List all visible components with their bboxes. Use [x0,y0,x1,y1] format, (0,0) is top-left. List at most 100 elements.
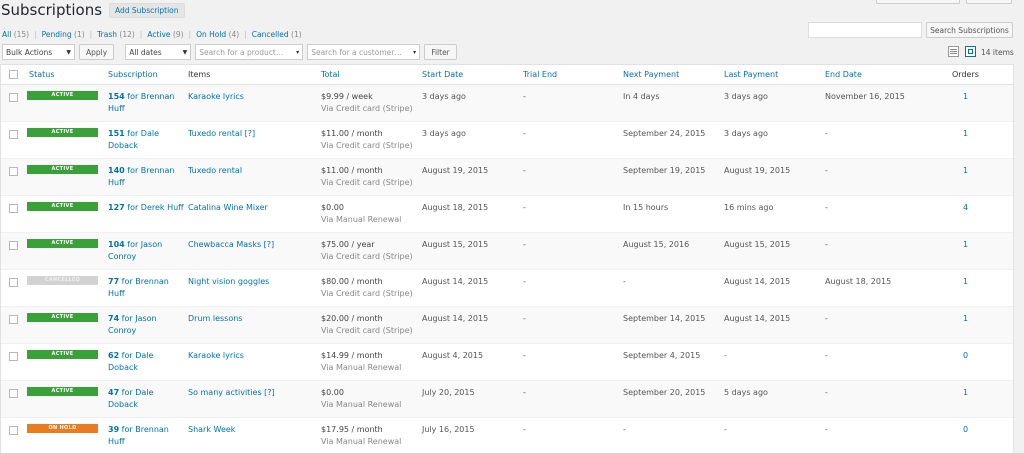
orders-link[interactable]: 1 [963,387,968,399]
item-link[interactable]: Shark Week [188,424,235,436]
item-link[interactable]: Tuxedo rental [?] [188,128,255,140]
filter-trash[interactable]: Trash (12) [97,30,135,39]
subscription-id: 47 [108,388,120,397]
trial-end: - [523,425,526,434]
end-date: - [825,166,828,175]
subscription-link[interactable]: 77 for Brennan Huff [108,276,184,300]
dates-select[interactable]: All dates ▼ [125,44,192,60]
chevron-down-icon: ▾ [296,48,300,56]
item-link[interactable]: Catalina Wine Mixer [188,202,268,214]
subscription-link[interactable]: 104 for Jason Conroy [108,239,184,263]
page-title: Subscriptions [1,1,103,19]
help-button[interactable] [966,0,1012,4]
product-search-select[interactable]: Search for a product… ▾ [195,44,304,60]
orders-link[interactable]: 0 [963,424,968,436]
item-link[interactable]: Tuxedo rental [188,165,242,177]
column-next-payment[interactable]: Next Payment [623,70,679,79]
last-payment: August 15, 2015 [724,240,791,249]
payment-method: Via Credit card (Stripe) [321,104,413,113]
orders-link[interactable]: 4 [963,202,968,214]
subscription-link[interactable]: 154 for Brennan Huff [108,91,184,115]
row-checkbox[interactable] [9,315,18,324]
orders-link[interactable]: 1 [963,313,968,325]
orders-link[interactable]: 1 [963,239,968,251]
item-link[interactable]: Night vision goggles [188,276,269,288]
bulk-actions-select[interactable]: Bulk Actions ▼ [2,44,75,60]
row-checkbox[interactable] [9,204,18,213]
orders-link[interactable]: 1 [963,128,968,140]
item-link[interactable]: So many activities [?] [188,387,275,399]
subscription-link[interactable]: 74 for Jason Conroy [108,313,184,337]
row-checkbox[interactable] [9,167,18,176]
row-checkbox[interactable] [9,352,18,361]
subscription-link[interactable]: 47 for Dale Doback [108,387,184,411]
filter-separator: | [139,30,143,39]
column-start-date[interactable]: Start Date [422,70,463,79]
item-link[interactable]: Drum lessons [188,313,242,325]
last-payment: August 14, 2015 [724,277,791,286]
row-checkbox[interactable] [9,278,18,287]
customer-search-select[interactable]: Search for a customer… ▾ [307,44,421,60]
subscription-customer: for Derek Huff [124,203,184,212]
total-cell: $20.00 / month Via Credit card (Stripe) [321,313,413,337]
subscription-link[interactable]: 62 for Dale Doback [108,350,184,374]
table-row: ACTIVE 104 for Jason Conroy Chewbacca Mask… [1,233,1013,270]
filter-label: Trash [97,30,117,39]
row-checkbox[interactable] [9,130,18,139]
trial-end: - [523,166,526,175]
list-view-icon[interactable] [948,46,959,57]
add-subscription-button[interactable]: Add Subscription [109,2,185,18]
column-total[interactable]: Total [321,70,340,79]
filter-all[interactable]: All (15) [2,30,29,39]
screen-options-button[interactable] [876,0,960,4]
select-all-checkbox[interactable] [9,70,18,79]
next-payment: September 24, 2015 [623,129,706,138]
filter-pending[interactable]: Pending (1) [42,30,85,39]
row-checkbox[interactable] [9,241,18,250]
search-subscriptions-input[interactable] [808,22,922,38]
total-cell: $11.00 / month Via Credit card (Stripe) [321,165,413,189]
last-payment: - [724,351,727,360]
start-date: August 14, 2015 [422,314,489,323]
column-status[interactable]: Status [29,70,55,79]
row-checkbox[interactable] [9,389,18,398]
next-payment: - [623,277,626,286]
item-link[interactable]: Chewbacca Masks [?] [188,239,274,251]
item-link[interactable]: Karaoke lyrics [188,350,244,362]
filter-separator: | [89,30,93,39]
total-cell: $0.00 Via Manual Renewal [321,387,401,411]
orders-link[interactable]: 1 [963,165,968,177]
subscription-link[interactable]: 39 for Brennan Huff [108,424,184,448]
filter-active[interactable]: Active (9) [147,30,183,39]
row-checkbox[interactable] [9,426,18,435]
subscription-link[interactable]: 140 for Brennan Huff [108,165,184,189]
subscription-link[interactable]: 151 for Dale Doback [108,128,184,152]
apply-button[interactable]: Apply [79,44,115,60]
status-badge: ACTIVE [27,350,98,359]
orders-link[interactable]: 0 [963,350,968,362]
column-end-date[interactable]: End Date [825,70,862,79]
search-subscriptions-button[interactable]: Search Subscriptions [926,22,1013,38]
column-trial-end[interactable]: Trial End [523,70,557,79]
item-link[interactable]: Karaoke lyrics [188,91,244,103]
orders-link[interactable]: 1 [963,91,968,103]
row-checkbox[interactable] [9,93,18,102]
page-header: Subscriptions Add Subscription [0,0,185,20]
status-badge: ACTIVE [27,202,98,211]
column-last-payment[interactable]: Last Payment [724,70,778,79]
status-badge: ACTIVE [27,128,98,137]
end-date: August 18, 2015 [825,277,892,286]
excerpt-view-icon[interactable] [965,46,976,57]
trial-end: - [523,240,526,249]
start-date: August 19, 2015 [422,166,489,175]
filter-count: (9) [172,30,184,39]
column-items: Items [188,70,211,79]
filter-on-hold[interactable]: On Hold (4) [196,30,239,39]
column-subscription[interactable]: Subscription [108,70,158,79]
start-date: July 16, 2015 [422,425,475,434]
filter-cancelled[interactable]: Cancelled (1) [252,30,302,39]
subscription-link[interactable]: 127 for Derek Huff [108,202,184,214]
orders-link[interactable]: 1 [963,276,968,288]
status-filters: All (15) | Pending (1) | Trash (12) | Active (… [2,30,302,39]
filter-button[interactable]: Filter [424,44,457,60]
